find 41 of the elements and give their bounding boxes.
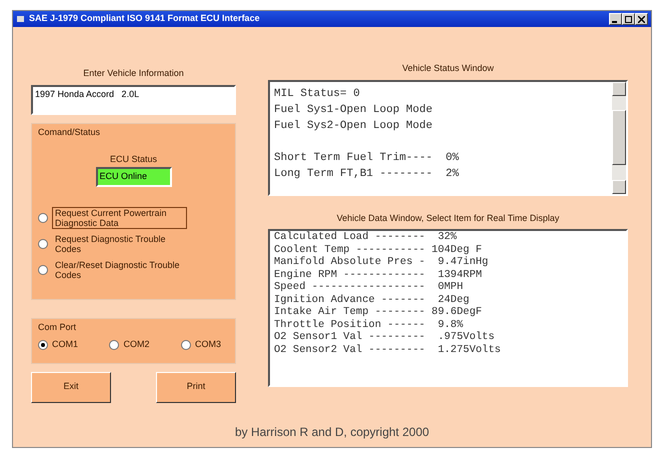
ecu-status-field: ECU Online [96, 166, 172, 186]
status-line: Short Term Fuel Trim---- 0% [274, 150, 460, 166]
window-title: SAE J-1979 Compliant ISO 9141 Format ECU Interface [29, 12, 261, 26]
print-button[interactable]: Print [156, 372, 236, 402]
data-line[interactable]: Throttle Position ------ 9.8% [274, 318, 626, 331]
window-label: Vehicle Data Window, Select Item for Real Time Display [336, 212, 560, 225]
status-line: Fuel Sys1-Open Loop Mode [274, 102, 434, 118]
data-list-box[interactable] [268, 229, 628, 387]
radio-option[interactable]: COM3 [180, 338, 221, 352]
data-line[interactable]: Ignition Advance ------- 24Deg [274, 294, 626, 306]
data-line[interactable]: Manifold Absolute Pres - 9.47inHg [274, 256, 626, 268]
minimize-button[interactable] [609, 13, 622, 25]
data-line[interactable]: Calculated Load -------- 32% [274, 231, 626, 244]
field-label: Enter Vehicle Information [82, 67, 185, 80]
data-line[interactable]: O2 Sensor1 Val --------- .975Volts [274, 331, 626, 344]
ecu-status-label: ECU Status [108, 153, 158, 166]
status-line: MIL Status= 0 [274, 86, 361, 102]
radio-option[interactable]: COM2 [109, 338, 150, 352]
exit-button[interactable]: Exit [31, 372, 111, 402]
close-button[interactable] [635, 13, 648, 25]
app-icon [16, 15, 25, 23]
window-label: Vehicle Status Window [401, 62, 495, 75]
group-title: Comand/Status [38, 126, 102, 138]
status-line: Fuel Sys2-Open Loop Mode [274, 118, 434, 134]
scroll-bar[interactable] [612, 82, 626, 194]
group-title: Com Port [38, 320, 78, 334]
copyright-text: by Harrison R and D, copyright 2000 [234, 424, 430, 441]
status-list-box[interactable]: MIL Status= 0 Fuel Sys1-Open Loop Mode Fuel Sys2-Open Loop Mode Short Term Fuel Trim---- 0% Long Term FT,B1 -------- 2% [268, 80, 628, 196]
radio-option[interactable]: COM1 [38, 338, 78, 352]
data-line[interactable]: O2 Sensor2 Val --------- 1.275Volts [274, 344, 626, 356]
data-line[interactable]: Engine RPM ------------- 1394RPM [274, 268, 626, 281]
radio-option[interactable]: Clear/Reset Diagnostic Trouble Codes [38, 258, 229, 280]
maximize-button[interactable] [622, 13, 635, 25]
vehicle-info-field[interactable]: 1997 Honda Accord 2.0L [31, 84, 236, 114]
radio-option[interactable]: Request Diagnostic Trouble Codes [38, 232, 229, 254]
status-line: Long Term FT,B1 -------- 2% [274, 166, 460, 182]
data-line[interactable]: Speed ------------------ 0MPH [274, 281, 626, 294]
maximize-icon [625, 16, 632, 23]
data-line[interactable]: Coolent Temp ----------- 104Deg F [274, 244, 626, 256]
data-line[interactable]: Intake Air Temp -------- 89.6DegF [274, 306, 626, 318]
close-icon [638, 16, 645, 23]
